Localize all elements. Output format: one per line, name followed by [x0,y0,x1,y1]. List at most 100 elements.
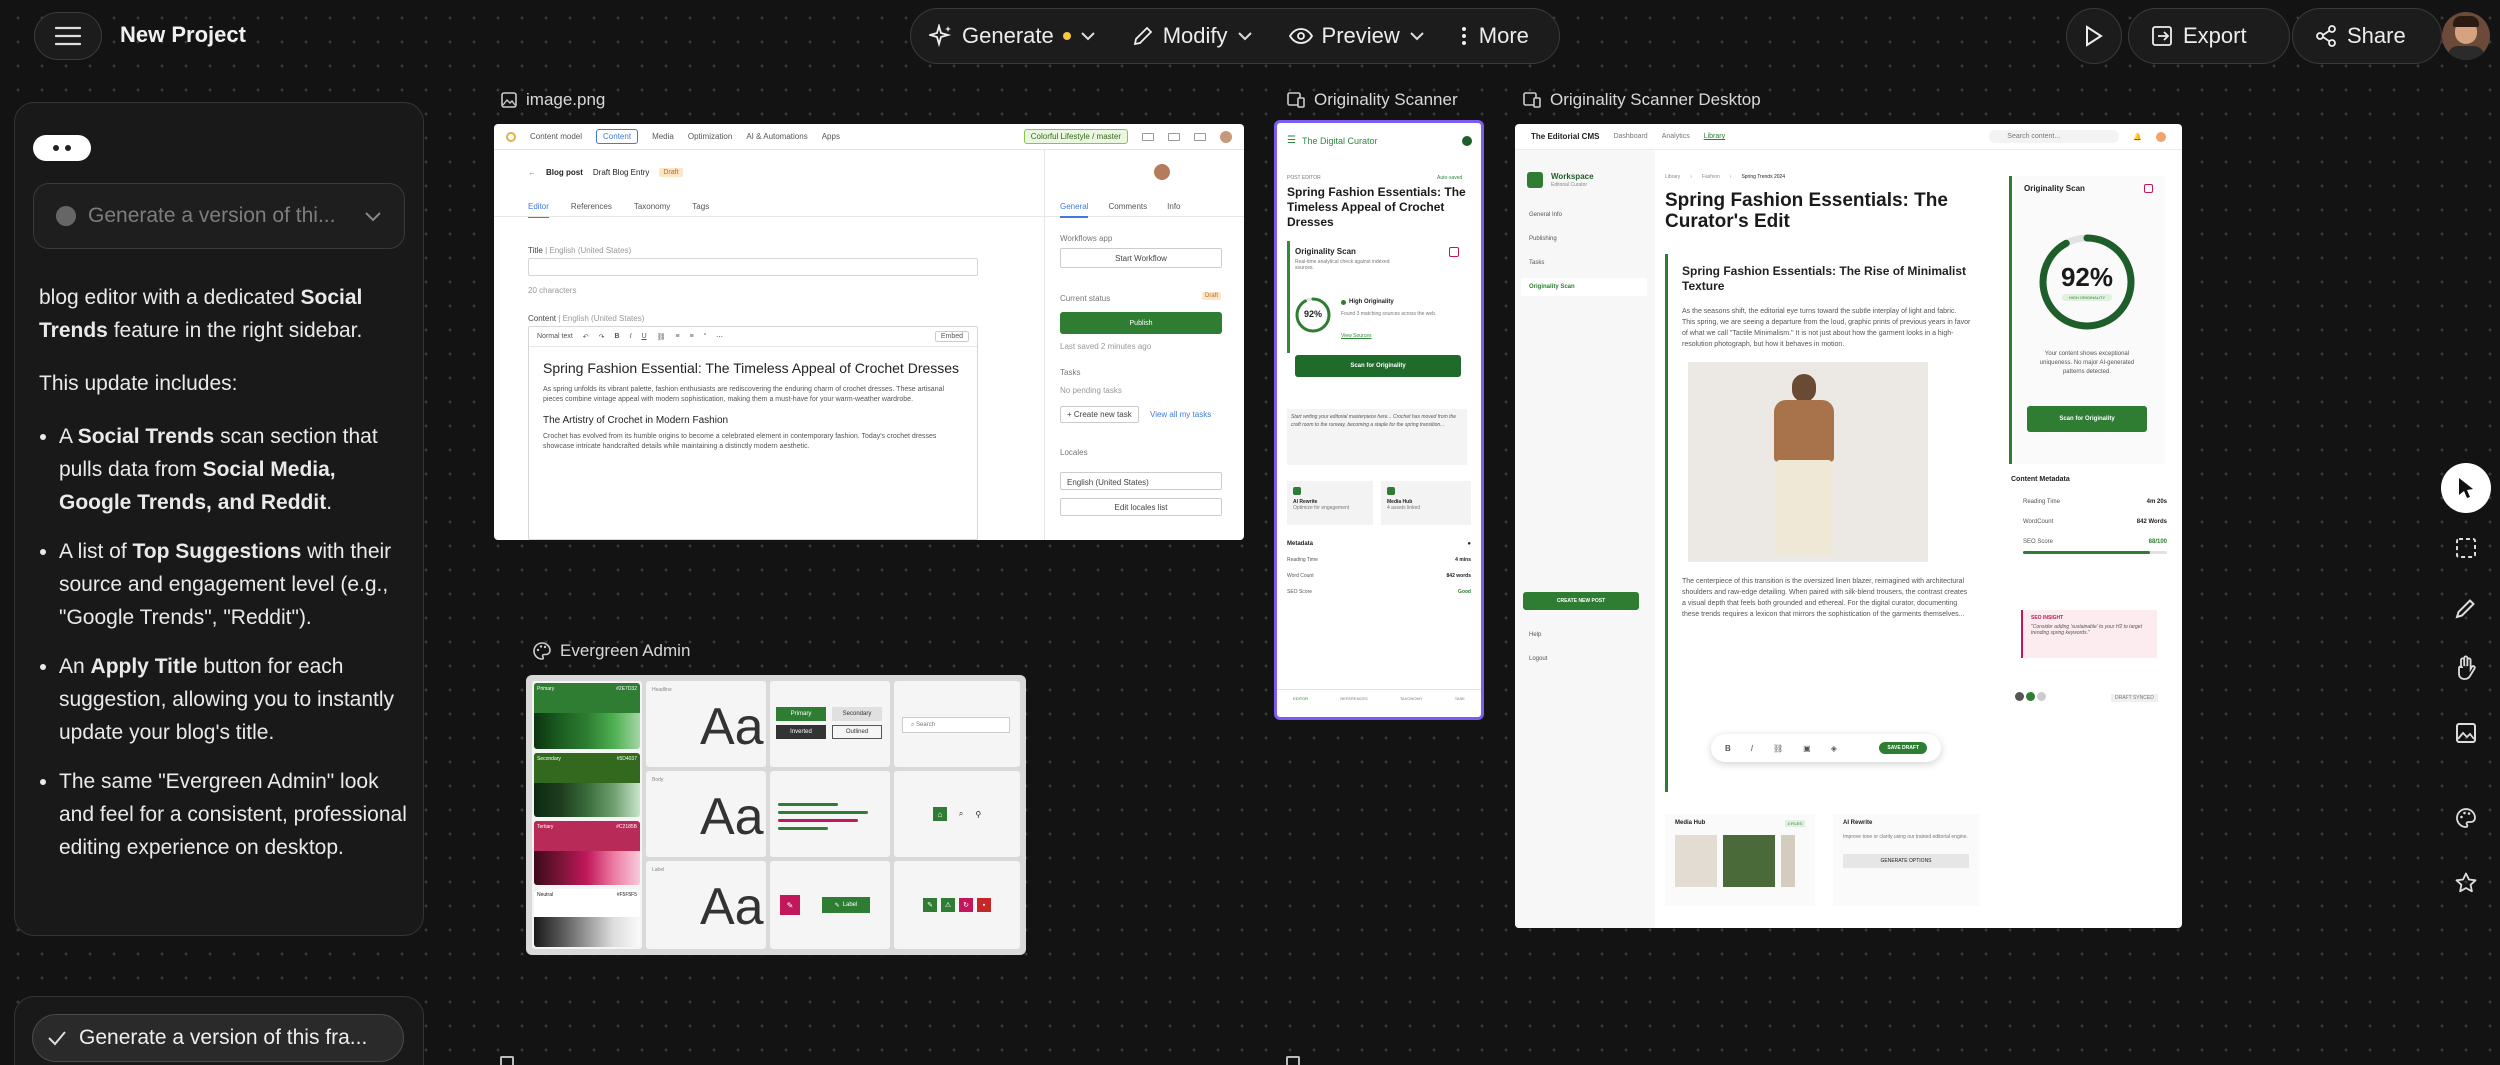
view-sources-link[interactable]: View Sources [1341,333,1371,339]
more-vertical-icon [1461,27,1466,45]
mobile-metadata: Metadata ● Reading Time 4 mins Word Count 8… [1287,541,1471,595]
modify-button[interactable]: Modify [1132,23,1253,49]
generate-version-button[interactable]: Generate a version of this fra... [32,1014,404,1062]
image-icon [2456,723,2476,743]
star-icon [2455,872,2477,893]
pencil-icon [1133,26,1153,46]
frame-originality-scanner-desktop[interactable]: The Editorial CMS Dashboard Analytics Libra… [1515,124,2182,928]
preview-button[interactable]: Preview [1288,23,1425,49]
mobile-draft-text[interactable]: Start writing your editorial masterpiece… [1287,409,1467,465]
frame-label-evergreen-admin[interactable]: Evergreen Admin [532,641,690,661]
sample-search-input[interactable]: ⌕ Search [902,717,1010,733]
media-hub-card[interactable]: Media Hub 4 assets linked [1381,481,1471,525]
publish-button[interactable]: Publish [1060,312,1222,334]
desktop-search[interactable]: Search content... [1989,130,2120,143]
export-label: Export [2183,23,2247,48]
content-field-label: Content | English (United States) [528,314,645,323]
play-icon [2086,25,2103,47]
cursor-icon [2459,478,2473,498]
article-heading: Spring Fashion Essential: The Timeless A… [543,360,960,376]
content-metadata: Content Metadata Reading Time 4m 20s Word… [2011,476,2167,554]
thumbnail-icon [56,206,76,226]
user-avatar[interactable] [2442,12,2490,60]
device-icon [1523,92,1541,108]
palette-icon [2456,808,2476,828]
frame-image-png[interactable]: Content model Content Media Optimization… [494,124,1244,540]
version-select[interactable]: Generate a version of thi... [33,183,405,249]
more-label: More [1478,23,1529,48]
create-task-button[interactable]: + Create new task [1060,406,1139,423]
title-field-label: Title | English (United States) [528,246,632,255]
cms-side-tabs: General Comments Info [1060,202,1181,218]
mobile-scan-card: Originality Scan Real-time analytical ch… [1295,247,1390,271]
scan-originality-button[interactable]: Scan for Originality [1295,355,1461,377]
app-logo [506,131,516,142]
hamburger-icon [55,26,81,46]
ai-rewrite-card[interactable]: AI Rewrite Optimize for engagement [1287,481,1373,525]
select-box-icon [2456,538,2476,558]
editor-toolbar: Normal text ↶ ↷ B I U ⛓ ≡ ≡ “⋯ Embed [529,327,977,347]
rich-text-editor[interactable]: Normal text ↶ ↷ B I U ⛓ ≡ ≡ “⋯ Embed Spring Fashi… [528,326,978,540]
chevron-down-icon [1410,32,1424,41]
media-hub-card[interactable]: Media Hub 4 FILES [1665,814,1815,906]
type-body: Body Aa [646,771,766,857]
seo-insight: SEO INSIGHT "Consider adding 'sustainable… [2021,610,2157,658]
image-icon [501,92,517,108]
cms-topnav: Content model Content Media Optimization… [494,124,1244,150]
originality-percent: 92% [1303,309,1322,319]
cms-avatar [1154,164,1170,180]
status-dot [1062,32,1071,40]
chat-message: blog editor with a dedicated Social Tren… [39,281,409,880]
project-title: New Project [120,22,246,47]
action-icon-styles: ✎ ⚠ ↻ ▪ [894,861,1020,949]
generate-button[interactable]: Generate [929,23,1096,49]
create-post-button[interactable]: CREATE NEW POST [1523,592,1639,610]
chevron-down-icon [1237,32,1252,41]
frame-label-originality-scanner-desktop[interactable]: Originality Scanner Desktop [1522,90,1761,110]
modify-label: Modify [1162,23,1228,48]
version-select-value: Generate a version of thi... [88,204,336,227]
desktop-article: Spring Fashion Essentials: The Rise of M… [1665,254,1981,792]
frame-label-image[interactable]: image.png [500,90,605,110]
select-tool[interactable] [2441,463,2491,513]
chip-styles: ✎ ✎ Label [770,861,890,949]
view-tasks-link[interactable]: View all my tasks [1150,410,1211,419]
export-icon [2152,26,2172,46]
frame-tool[interactable] [2441,523,2491,573]
ai-rewrite-card[interactable]: AI Rewrite Improve tone or clarity using … [1833,814,1979,906]
icon-button-styles: ⌂ ⌕ ⚲ [894,771,1020,857]
save-draft-button[interactable]: SAVE DRAFT [1879,742,1927,754]
more-button[interactable]: More [1461,23,1529,49]
image-tool[interactable] [2441,708,2491,758]
generate-options-button[interactable]: GENERATE OPTIONS [1843,854,1969,868]
desktop-sidebar: Workspace Editorial Curator General Info… [1515,150,1655,928]
char-count: 20 characters [528,286,577,295]
type-label: Label Aa [646,861,766,949]
color-palette: Primary #2E7D32 Secondary #5D4037 Tertiary… [532,681,642,949]
start-workflow-button[interactable]: Start Workflow [1060,248,1222,268]
article-photo [1688,362,1928,562]
pan-tool[interactable] [2441,643,2491,693]
desktop-topnav: The Editorial CMS Dashboard Analytics Libra… [1515,124,2182,150]
title-input[interactable] [528,258,978,276]
list-item: A Social Trends scan section that pulls … [59,420,409,519]
mobile-bottom-nav: EDITOR REFERENCES TAXONOMY TASK [1277,689,1481,717]
share-button[interactable]: Share [2292,8,2442,64]
frame-label-partial [1286,1056,1300,1065]
draw-tool[interactable] [2441,583,2491,633]
frame-originality-scanner[interactable]: ☰ The Digital Curator POST EDITOR Auto-sa… [1274,120,1484,720]
share-icon [2316,25,2336,47]
frame-label-originality-scanner[interactable]: Originality Scanner [1286,90,1458,110]
favorite-tool[interactable] [2441,858,2491,908]
generate-version-label: Generate a version of this fra... [79,1026,368,1049]
button-styles: Primary Secondary Inverted Outlined [770,681,890,767]
progress-styles [770,771,890,857]
theme-tool[interactable] [2441,793,2491,843]
play-button[interactable] [2066,8,2122,64]
scan-originality-button[interactable]: Scan for Originality [2027,406,2147,432]
menu-button[interactable] [34,12,102,60]
edit-locales-button[interactable]: Edit locales list [1060,498,1222,516]
share-label: Share [2347,23,2406,48]
frame-evergreen-admin[interactable]: Primary #2E7D32 Secondary #5D4037 Tertiary… [526,675,1026,955]
export-button[interactable]: Export [2128,8,2290,64]
